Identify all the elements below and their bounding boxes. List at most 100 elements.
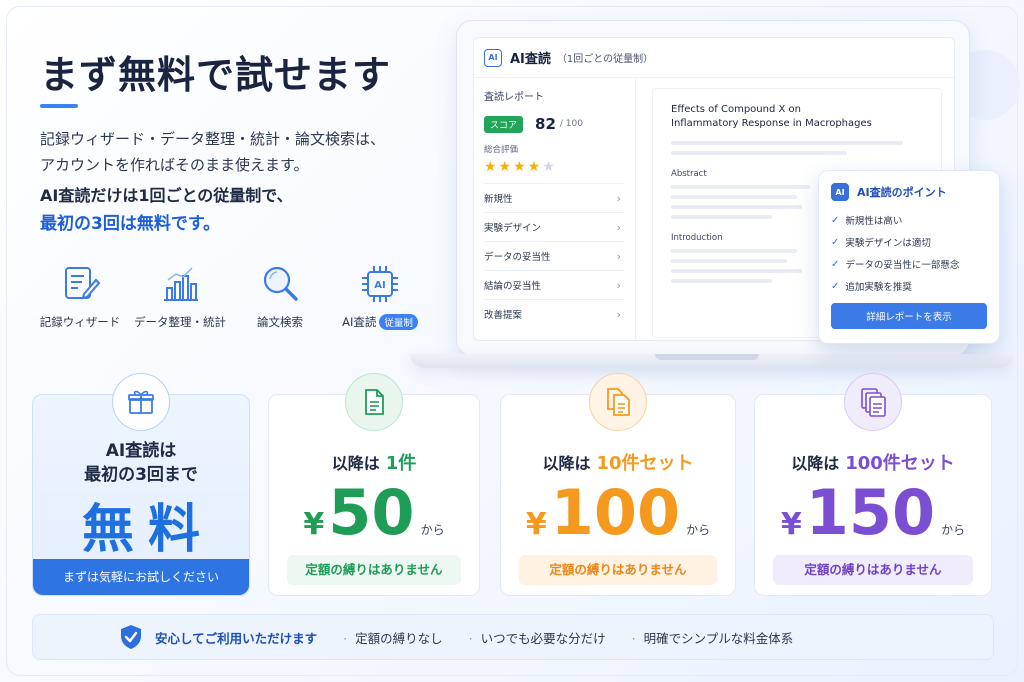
text-placeholder [671, 259, 787, 263]
no-commitment-note: 定額の縛りはありません [287, 555, 461, 585]
price-value: 150 [805, 476, 936, 549]
free-card-line: AI査読は [105, 441, 177, 461]
text-placeholder [671, 249, 797, 253]
text-placeholder [671, 215, 772, 219]
plan-prefix: 以降は [791, 454, 840, 473]
plan-quantity: 1件 [385, 453, 417, 474]
star-icon-empty: ★ [542, 159, 557, 175]
yen-sign: ¥ [780, 507, 802, 542]
chevron-right-icon: › [616, 307, 621, 321]
check-icon: ✓ [831, 280, 840, 292]
free-card-text: AI査読は 最初の3回まで [33, 439, 249, 487]
point-text: 追加実験を推奨 [845, 282, 912, 293]
report-item-label: 新規性 [484, 194, 513, 205]
point-text: 新規性は高い [845, 216, 903, 227]
text-placeholder [671, 151, 848, 155]
plan-unit: 以降は 100件セット [755, 449, 991, 475]
feature-record-wizard: 記録ウィザード [32, 262, 128, 330]
paper-title-line: Inflammatory Response in Macrophages [671, 118, 872, 129]
chevron-right-icon: › [616, 249, 621, 263]
report-item[interactable]: 改善提案 › [484, 299, 625, 328]
feature-label-row: AI査読 従量制 [332, 314, 428, 330]
hero-desc-line: 記録ウィザード・データ整理・統計・論文検索は、 [40, 130, 386, 148]
gift-icon [128, 390, 154, 414]
hero-desc-line: アカウントを作ればそのまま使えます。 [40, 156, 309, 174]
report-item-label: 改善提案 [484, 310, 523, 321]
metered-badge: 従量制 [379, 314, 418, 330]
free-trial-card: AI査読は 最初の3回まで 無料 まずは気軽にお試しください [32, 373, 250, 596]
point-item: ✓ データの妥当性に一部懸念 [831, 253, 987, 275]
plan-card-100: 以降は 100件セット ¥150 から 定額の縛りはありません [754, 373, 992, 596]
chevron-right-icon: › [616, 278, 621, 292]
assurance-item-text: 定額の縛りなし [355, 630, 443, 646]
plan-quantity: 10件セット [596, 453, 694, 474]
bullet: · [343, 630, 348, 646]
bar-chart-icon [164, 267, 198, 301]
report-item[interactable]: 結論の妥当性 › [484, 270, 625, 299]
score-row: スコア 82 / 100 [484, 115, 625, 133]
ai-chip-icon: AI [484, 48, 502, 67]
no-commitment-note: 定額の縛りはありません [519, 555, 717, 585]
feature-label: 論文検索 [257, 315, 303, 329]
document-icon [365, 389, 384, 415]
text-placeholder [671, 141, 903, 145]
text-placeholder [671, 205, 803, 209]
no-commitment-note: 定額の縛りはありません [773, 555, 973, 585]
point-item: ✓ 実験デザインは適切 [831, 231, 987, 253]
price-value: 100 [550, 476, 681, 549]
documents-icon-circle [589, 373, 647, 431]
yen-sign: ¥ [525, 507, 547, 542]
report-item-label: 結論の妥当性 [484, 281, 542, 292]
assurance-main: 安心してご利用いただけます [155, 630, 318, 646]
plan-price: ¥150 から [755, 477, 991, 549]
ai-chip-icon: AI [362, 266, 398, 302]
report-item-label: データの妥当性 [484, 252, 551, 263]
price-suffix: から [420, 523, 445, 537]
feature-label: データ整理・統計 [134, 315, 226, 329]
star-rating: ★★★★★ [484, 159, 625, 175]
free-cta-bar[interactable]: まずは気軽にお試しください [33, 559, 249, 595]
text-placeholder [671, 185, 810, 189]
report-title: 査読レポート [484, 92, 544, 103]
shield-check-icon [121, 625, 141, 649]
svg-text:AI: AI [374, 280, 385, 291]
plan-quantity: 100件セット [845, 453, 955, 474]
yen-sign: ¥ [303, 507, 325, 542]
paper-title-line: Effects of Compound X on [671, 104, 801, 115]
title-underline [40, 104, 78, 108]
plan-unit: 以降は 1件 [269, 449, 479, 475]
report-item[interactable]: 実験デザイン › [484, 212, 625, 241]
record-wizard-icon [65, 267, 101, 300]
report-item[interactable]: データの妥当性 › [484, 241, 625, 270]
report-item-label: 実験デザイン [484, 223, 542, 234]
report-item[interactable]: 新規性 › [484, 183, 625, 212]
feature-label: AI査読 [342, 315, 377, 329]
point-item: ✓ 新規性は高い [831, 209, 987, 231]
app-subtitle: （1回ごとの従量制） [556, 54, 654, 65]
view-detail-report-button[interactable]: 詳細レポートを表示 [831, 303, 987, 329]
price-value: 50 [328, 476, 415, 549]
hero-ai-note: AI査読だけは1回ごとの従量制で、 最初の3回は無料です。 [40, 182, 293, 238]
feature-label: 記録ウィザード [39, 315, 121, 329]
points-list: ✓ 新規性は高い ✓ 実験デザインは適切 ✓ データの妥当性に一部懸念 ✓ 追加実験を推… [831, 209, 987, 297]
plan-card-10: 以降は 10件セット ¥100 から 定額の縛りはありません [500, 373, 736, 596]
ai-chip-icon: AI [831, 183, 849, 201]
chevron-right-icon: › [616, 191, 621, 205]
free-card-line: 最初の3回まで [84, 465, 198, 485]
documents-icon [607, 388, 630, 416]
text-placeholder [671, 269, 803, 273]
bullet: · [468, 630, 473, 646]
assurance-item-text: いつでも必要な分だけ [480, 630, 606, 646]
hero-description: 記録ウィザード・データ整理・統計・論文検索は、 アカウントを作ればそのまま使えま… [40, 126, 385, 178]
assurance-item-text: 明確でシンプルな料金体系 [643, 630, 794, 646]
check-icon: ✓ [831, 214, 840, 226]
overall-label: 総合評価 [484, 145, 519, 155]
review-points-popup: AI AI査読のポイント ✓ 新規性は高い ✓ 実験デザインは適切 ✓ データの妥当性… [818, 170, 1000, 344]
chevron-right-icon: › [616, 220, 621, 234]
assurance-item: · 明確でシンプルな料金体系 [632, 628, 794, 647]
plan-price: ¥100 から [501, 477, 735, 549]
feature-ai-review: AI AI査読 従量制 [332, 262, 428, 330]
point-item: ✓ 追加実験を推奨 [831, 275, 987, 297]
score-value: 82 [535, 115, 556, 133]
bullet: · [631, 630, 636, 646]
